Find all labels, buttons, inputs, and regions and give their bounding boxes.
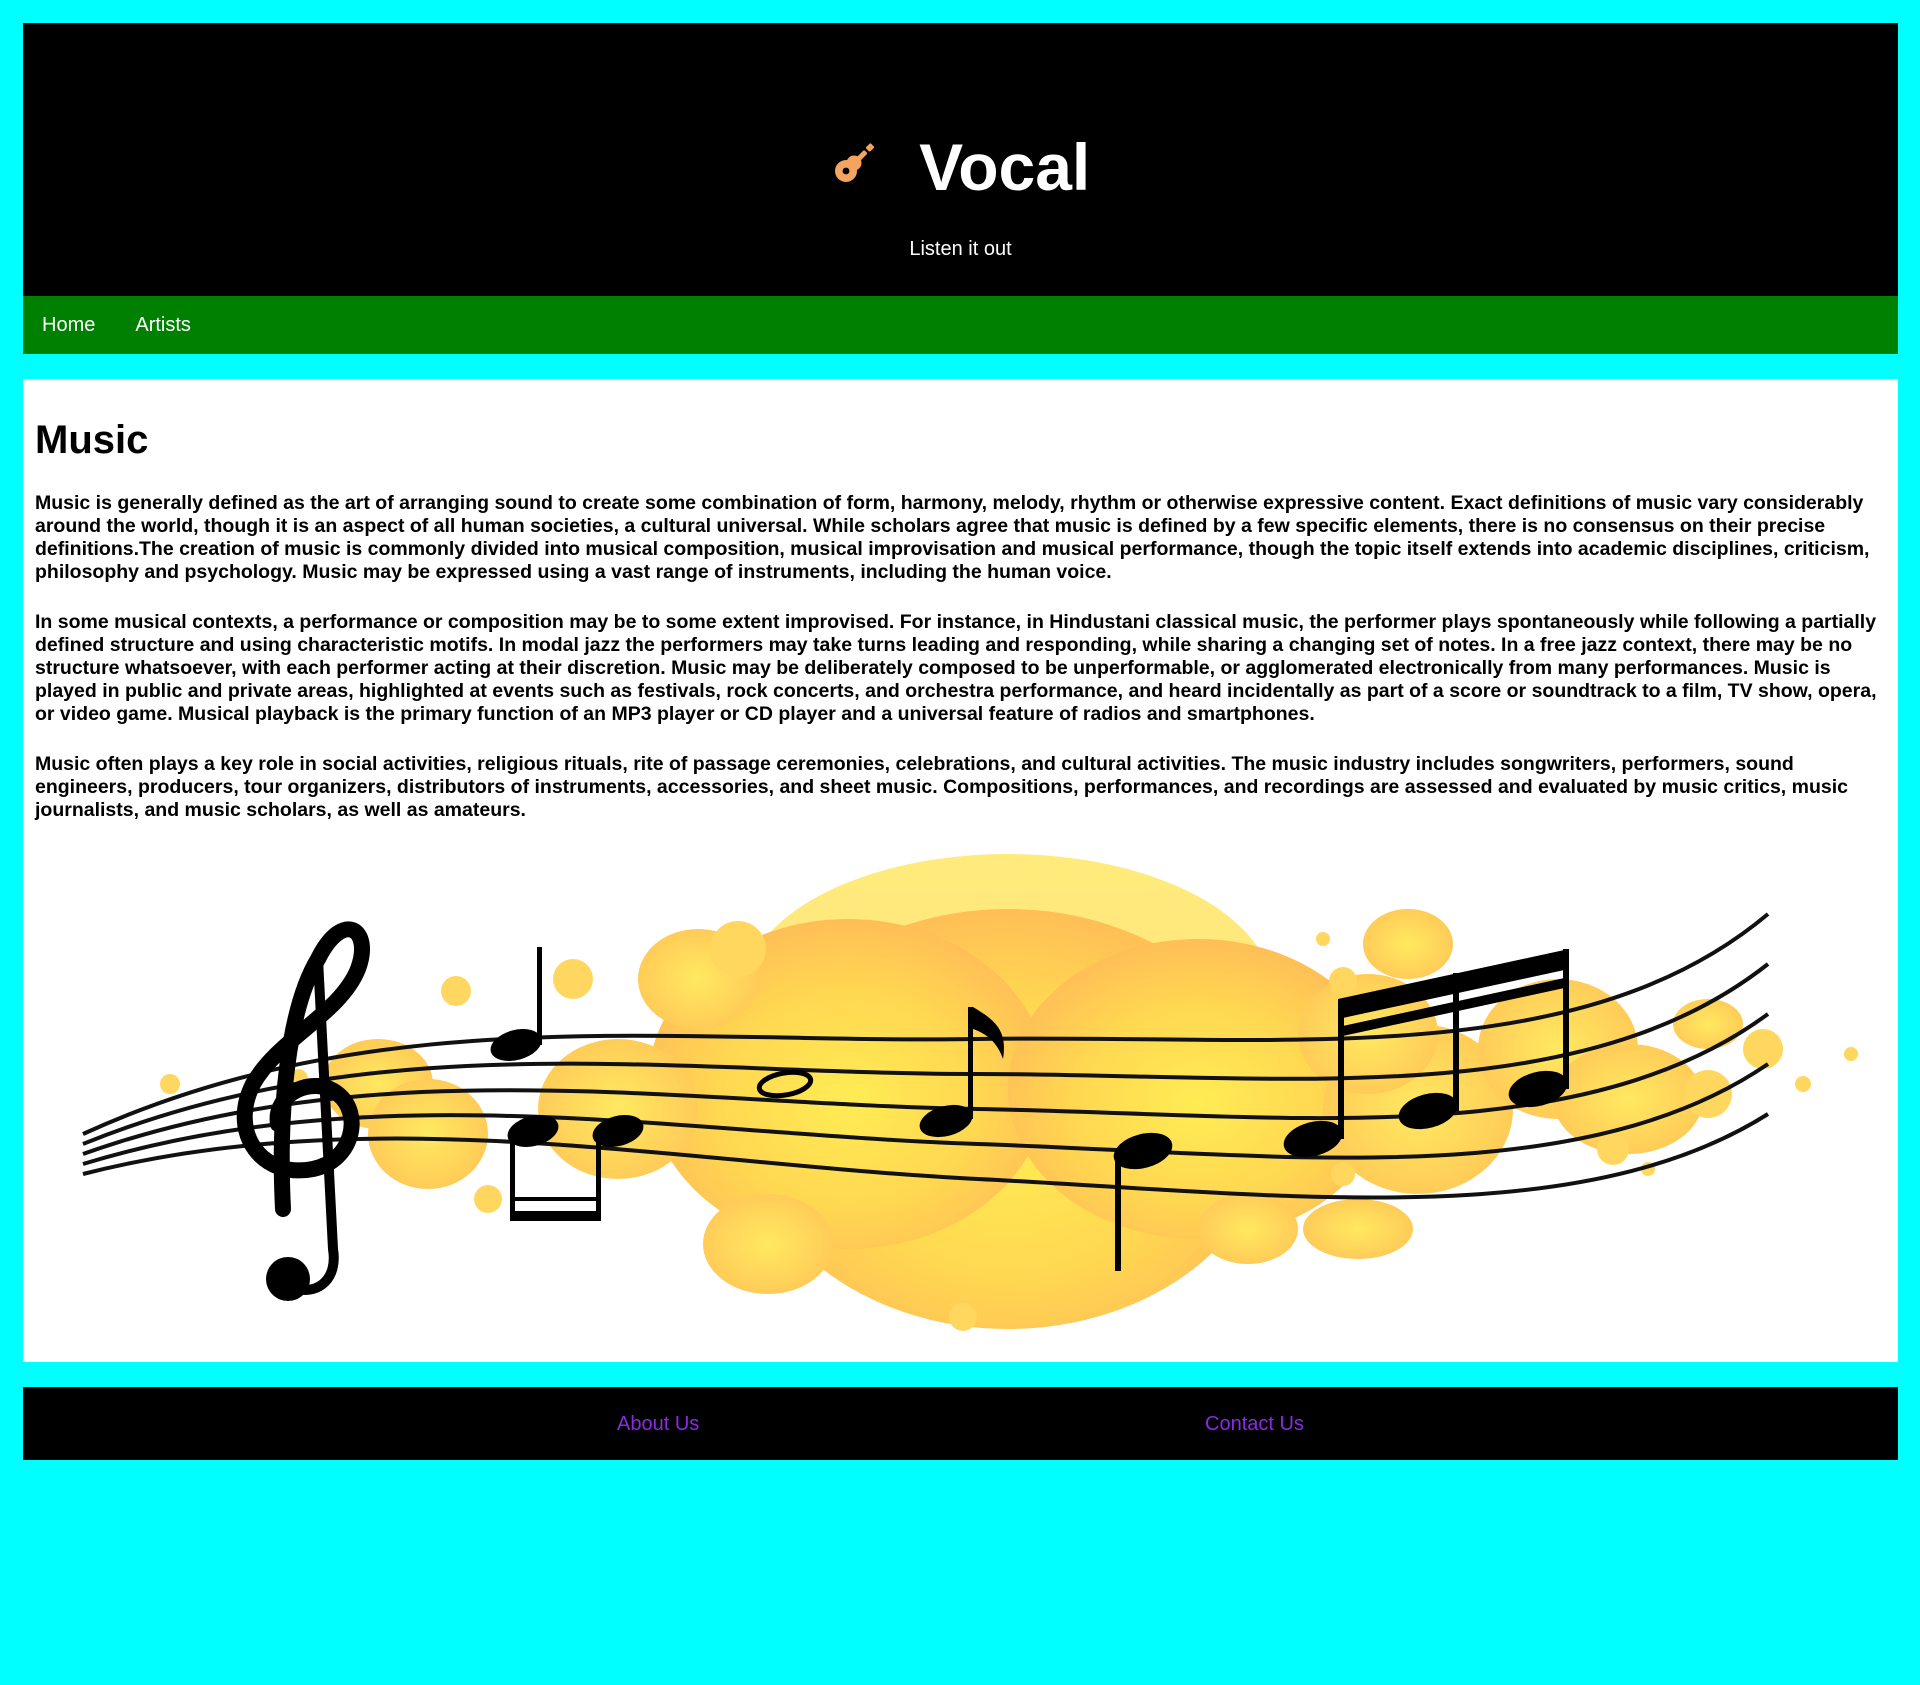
page-title: Music (35, 418, 149, 462)
site-title: Vocal (919, 129, 1091, 204)
paragraph-social-role: Music often plays a key role in social a… (35, 753, 1848, 821)
tagline: Listen it out (909, 238, 1012, 260)
nav-link-artists[interactable]: Artists (135, 314, 191, 337)
page-wrapper: Vocal Listen it out Home Artists Music M… (23, 23, 1898, 1460)
nav-link-home[interactable]: Home (42, 314, 95, 337)
guitar-icon (831, 125, 875, 201)
main-content: Music Music is generally defined as the … (23, 379, 1898, 1362)
site-footer: About Us Contact Us (23, 1387, 1898, 1460)
footer-link-contact-us[interactable]: Contact Us (1205, 1411, 1304, 1437)
footer-link-about-us[interactable]: About Us (617, 1411, 699, 1437)
music-notes-image (82, 854, 1858, 1331)
site-header: Vocal Listen it out (23, 23, 1898, 296)
main-nav: Home Artists (23, 296, 1898, 354)
paragraph-definition: Music is generally defined as the art of… (35, 492, 1870, 583)
paragraph-improvisation: In some musical contexts, a performance … (35, 611, 1877, 725)
brand: Vocal (23, 123, 1898, 205)
